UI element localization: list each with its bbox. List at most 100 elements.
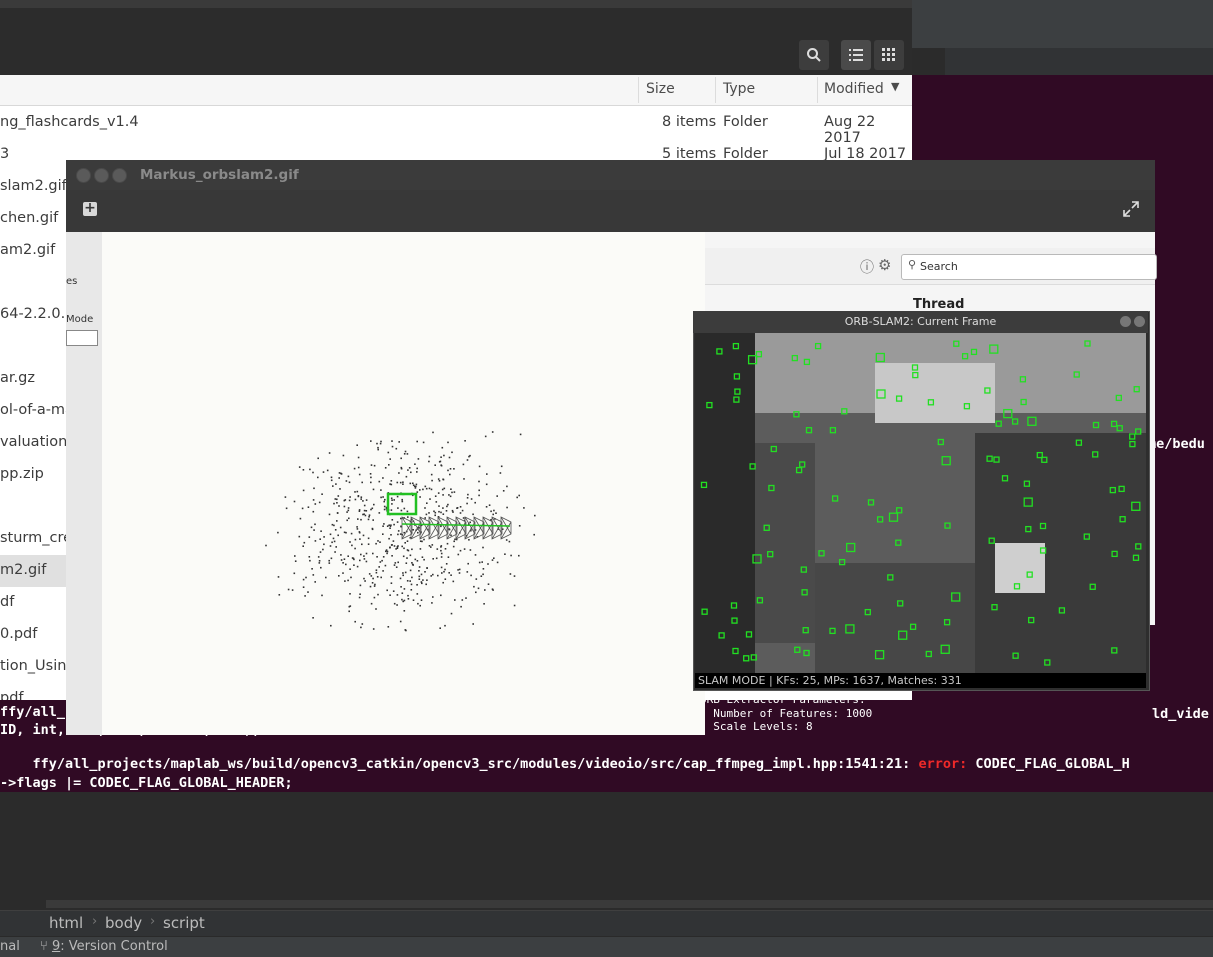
map-point: [346, 519, 348, 522]
grid-view-button[interactable]: [874, 40, 904, 70]
map-point: [357, 456, 360, 459]
search-icon: [807, 48, 821, 62]
map-point: [398, 472, 400, 474]
add-icon[interactable]: +: [83, 201, 97, 216]
map-point: [518, 525, 521, 527]
map-point: [369, 585, 372, 588]
map-point: [391, 445, 394, 448]
map-point: [416, 593, 419, 595]
fullscreen-icon[interactable]: [1123, 201, 1139, 217]
minimize-button[interactable]: [1120, 316, 1131, 327]
map-point: [347, 507, 350, 509]
map-point: [460, 605, 462, 608]
map-point: [318, 562, 321, 564]
map-point: [475, 591, 477, 594]
map-point: [391, 503, 393, 505]
map-point: [411, 548, 413, 551]
map-point: [519, 433, 522, 436]
map-point: [431, 602, 433, 604]
map-point: [400, 509, 403, 512]
map-point: [465, 597, 467, 599]
map-point: [321, 493, 323, 495]
map-point: [457, 553, 460, 556]
gear-icon[interactable]: ⚙: [878, 256, 891, 274]
list-view-button[interactable]: [841, 40, 871, 70]
map-point: [342, 454, 345, 457]
search-button[interactable]: [799, 40, 829, 70]
map-point: [434, 514, 436, 517]
map-point: [429, 498, 431, 500]
map-point: [346, 511, 348, 513]
map-point: [390, 582, 393, 584]
file-manager-tabs: [0, 0, 912, 8]
map-point: [294, 560, 297, 562]
map-point: [301, 507, 304, 510]
file-manager-header: [0, 0, 912, 75]
column-size[interactable]: Size: [646, 81, 675, 97]
map-point: [380, 440, 382, 443]
horizontal-scrollbar[interactable]: [46, 900, 1213, 908]
map-point: [523, 507, 525, 509]
map-point: [353, 558, 355, 561]
column-type[interactable]: Type: [723, 81, 755, 97]
map-point: [402, 481, 404, 483]
map-point: [302, 489, 305, 492]
map-point: [377, 540, 379, 542]
map-point: [453, 468, 455, 470]
map-point: [343, 558, 346, 560]
map-point: [336, 502, 338, 504]
error-path: ffy/all_projects/maplab_ws/build/opencv3…: [32, 756, 911, 772]
map-point: [378, 512, 381, 514]
minimize-button[interactable]: [94, 168, 109, 183]
map-point: [418, 578, 421, 580]
map-point: [343, 499, 346, 502]
mode-checkbox[interactable]: [66, 330, 98, 346]
map-point: [422, 441, 425, 444]
map-point: [391, 440, 393, 442]
map-point: [360, 496, 363, 498]
map-point: [285, 507, 288, 510]
close-button[interactable]: [1134, 316, 1145, 327]
map-point: [403, 599, 406, 602]
map-point: [478, 494, 480, 497]
map-point: [397, 530, 400, 532]
map-point: [379, 442, 382, 445]
map-point: [424, 571, 426, 573]
breadcrumb-item[interactable]: body: [105, 914, 142, 932]
search-input[interactable]: ⚲ Search: [901, 254, 1157, 280]
map-point: [493, 509, 495, 512]
map-point: [408, 467, 411, 469]
map-point: [360, 498, 362, 500]
close-button[interactable]: [76, 168, 91, 183]
version-control-tab[interactable]: ⑂ 9: Version Control: [40, 939, 168, 954]
map-point: [424, 485, 427, 488]
breadcrumb: html › body › script: [0, 910, 1213, 937]
map-point: [425, 513, 428, 516]
breadcrumb-item[interactable]: html: [49, 914, 83, 932]
map-point: [428, 487, 431, 490]
info-icon[interactable]: ⓘ: [860, 257, 874, 277]
ide-right-panel: [912, 8, 1213, 48]
terminal-tab-label[interactable]: nal: [0, 939, 20, 954]
map-point: [430, 473, 433, 476]
map-point: [448, 572, 450, 574]
breadcrumb-item[interactable]: script: [163, 914, 205, 932]
map-point: [302, 586, 305, 588]
sort-down-icon[interactable]: ▼: [891, 80, 899, 93]
file-row[interactable]: ng_flashcards_v1.4 8 items Folder Aug 22…: [0, 107, 912, 146]
map-point: [473, 585, 475, 588]
map-point: [389, 527, 391, 529]
map-point: [397, 561, 399, 564]
map-point: [445, 510, 448, 512]
map-point: [402, 555, 405, 558]
map-point: [370, 481, 372, 484]
map-point: [469, 549, 472, 551]
column-modified[interactable]: Modified: [824, 81, 884, 97]
map-point: [308, 556, 311, 558]
map-point: [342, 572, 344, 574]
map-point: [333, 502, 335, 505]
maximize-button[interactable]: [112, 168, 127, 183]
map-point: [472, 513, 474, 516]
map-point: [338, 477, 340, 479]
map-point: [322, 471, 325, 473]
